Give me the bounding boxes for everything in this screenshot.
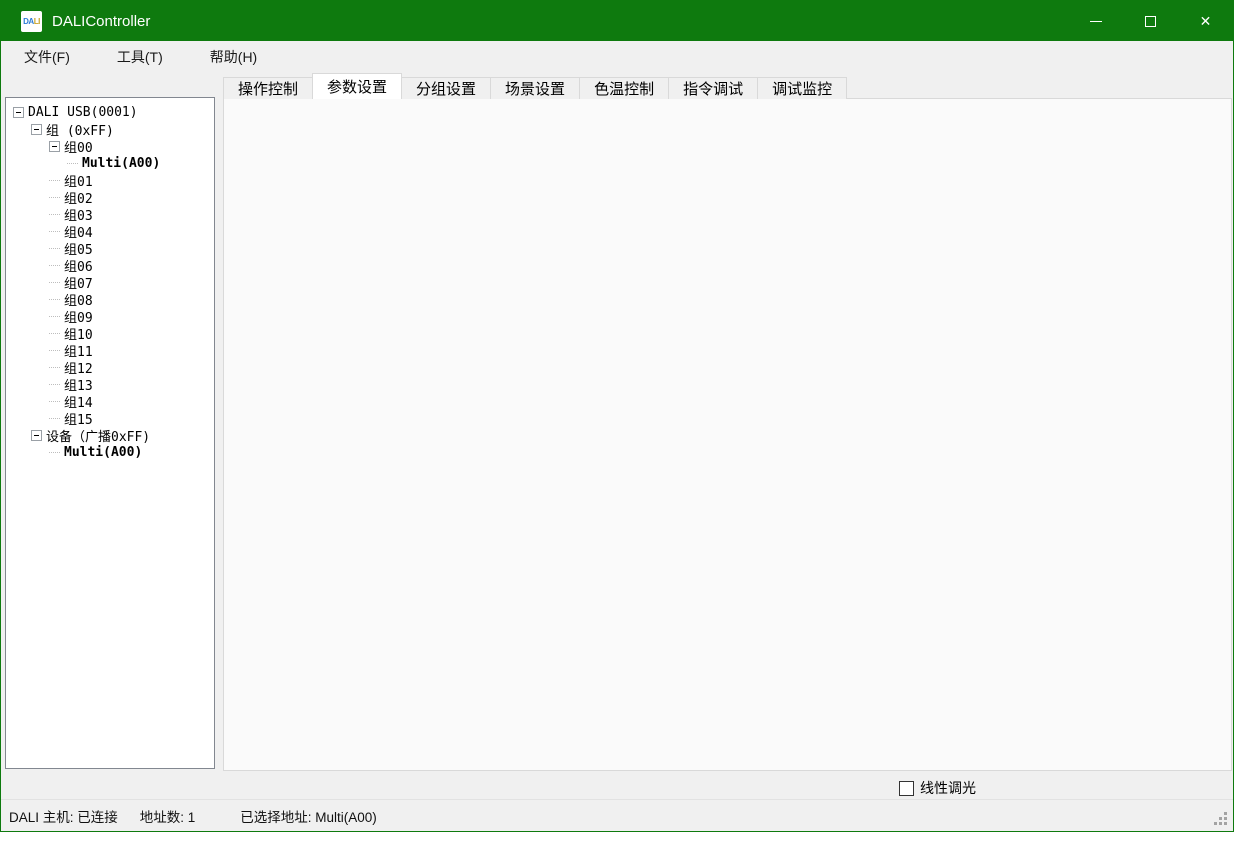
- tree-item-multi-a00[interactable]: Multi(A00): [6, 155, 214, 172]
- app-icon: DALI: [21, 11, 42, 32]
- menu-bar: 文件(F) 工具(T) 帮助(H): [1, 41, 1233, 72]
- window-title: DALIController: [52, 13, 150, 30]
- tree-connector: [49, 316, 60, 317]
- collapse-icon[interactable]: [13, 107, 24, 118]
- tab-strip: 操作控制 参数设置 分组设置 场景设置 色温控制 指令调试 调试监控: [223, 73, 846, 99]
- tree-item-group-00[interactable]: 组00: [6, 138, 214, 155]
- tree-connector: [49, 231, 60, 232]
- tree-item-multi-a00-2[interactable]: Multi(A00): [6, 444, 214, 461]
- maximize-button[interactable]: [1123, 1, 1178, 41]
- status-bar: DALI 主机: 已连接 地址数: 1 已选择地址: Multi(A00): [1, 799, 1233, 831]
- window-controls: ✕: [1068, 1, 1233, 41]
- maximize-icon: [1145, 16, 1156, 27]
- tree-connector: [49, 248, 60, 249]
- tree-item-group-root[interactable]: 组 (0xFF): [6, 121, 214, 138]
- tab-parameter-settings[interactable]: 参数设置: [312, 73, 402, 99]
- tree-item-device-broadcast[interactable]: 设备（广播0xFF): [6, 427, 214, 444]
- minimize-button[interactable]: [1068, 1, 1123, 41]
- tree-connector: [67, 163, 78, 164]
- tree-item-group-06[interactable]: 组06: [6, 257, 214, 274]
- menu-file[interactable]: 文件(F): [11, 42, 83, 72]
- statusbar-address-count: 地址数: 1: [140, 806, 196, 826]
- tree-connector: [49, 333, 60, 334]
- tree-connector: [49, 299, 60, 300]
- tree-connector: [49, 401, 60, 402]
- collapse-icon[interactable]: [31, 430, 42, 441]
- checkbox-label: 线性调光: [920, 778, 976, 798]
- checkbox-icon[interactable]: [899, 781, 914, 796]
- tree-connector: [49, 214, 60, 215]
- tree-item-group-12[interactable]: 组12: [6, 359, 214, 376]
- tree-connector: [49, 367, 60, 368]
- tree-connector: [49, 282, 60, 283]
- tree-item-group-08[interactable]: 组08: [6, 291, 214, 308]
- menu-tools[interactable]: 工具(T): [104, 42, 176, 72]
- tree-item-group-09[interactable]: 组09: [6, 308, 214, 325]
- tab-grouping-settings[interactable]: 分组设置: [401, 77, 491, 99]
- tree-item-group-03[interactable]: 组03: [6, 206, 214, 223]
- tree-item-group-14[interactable]: 组14: [6, 393, 214, 410]
- tree-connector: [49, 418, 60, 419]
- tree-connector: [49, 350, 60, 351]
- minimize-icon: [1090, 21, 1102, 22]
- tab-color-temp-control[interactable]: 色温控制: [579, 77, 669, 99]
- tree-connector: [49, 197, 60, 198]
- statusbar-selected-address: 已选择地址: Multi(A00): [240, 806, 377, 826]
- tab-operation-control[interactable]: 操作控制: [223, 77, 313, 99]
- menu-help[interactable]: 帮助(H): [197, 42, 270, 72]
- tree-connector: [49, 180, 60, 181]
- linear-dimming-checkbox[interactable]: 线性调光: [899, 778, 976, 798]
- tree-item-group-01[interactable]: 组01: [6, 172, 214, 189]
- tab-debug-monitor[interactable]: 调试监控: [757, 77, 847, 99]
- tree-connector: [49, 384, 60, 385]
- tree-item-group-05[interactable]: 组05: [6, 240, 214, 257]
- collapse-icon[interactable]: [31, 124, 42, 135]
- tree-item-group-13[interactable]: 组13: [6, 376, 214, 393]
- tree-item-group-04[interactable]: 组04: [6, 223, 214, 240]
- app-window: DALI DALIController ✕ 文件(F) 工具(T) 帮助(H) …: [0, 0, 1234, 832]
- screenshot-stage: DALI DALIController ✕ 文件(F) 工具(T) 帮助(H) …: [0, 0, 1234, 860]
- tree-item-group-15[interactable]: 组15: [6, 410, 214, 427]
- device-tree[interactable]: DALI USB(0001) 组 (0xFF) 组00 Multi(A00) 组…: [5, 97, 215, 769]
- tree-item-dali-usb[interactable]: DALI USB(0001): [6, 104, 214, 121]
- statusbar-host: DALI 主机: 已连接: [9, 806, 118, 826]
- resize-grip[interactable]: [1224, 822, 1227, 825]
- close-button[interactable]: ✕: [1178, 1, 1233, 41]
- collapse-icon[interactable]: [49, 141, 60, 152]
- tree-item-group-07[interactable]: 组07: [6, 274, 214, 291]
- tab-command-debug[interactable]: 指令调试: [668, 77, 758, 99]
- tree-item-group-11[interactable]: 组11: [6, 342, 214, 359]
- parameter-settings-page: [223, 98, 1232, 771]
- title-bar[interactable]: DALI DALIController ✕: [1, 1, 1233, 41]
- tree-item-group-10[interactable]: 组10: [6, 325, 214, 342]
- tree-item-group-02[interactable]: 组02: [6, 189, 214, 206]
- close-icon: ✕: [1200, 14, 1212, 28]
- tree-connector: [49, 265, 60, 266]
- tab-scene-settings[interactable]: 场景设置: [490, 77, 580, 99]
- tree-connector: [49, 452, 60, 453]
